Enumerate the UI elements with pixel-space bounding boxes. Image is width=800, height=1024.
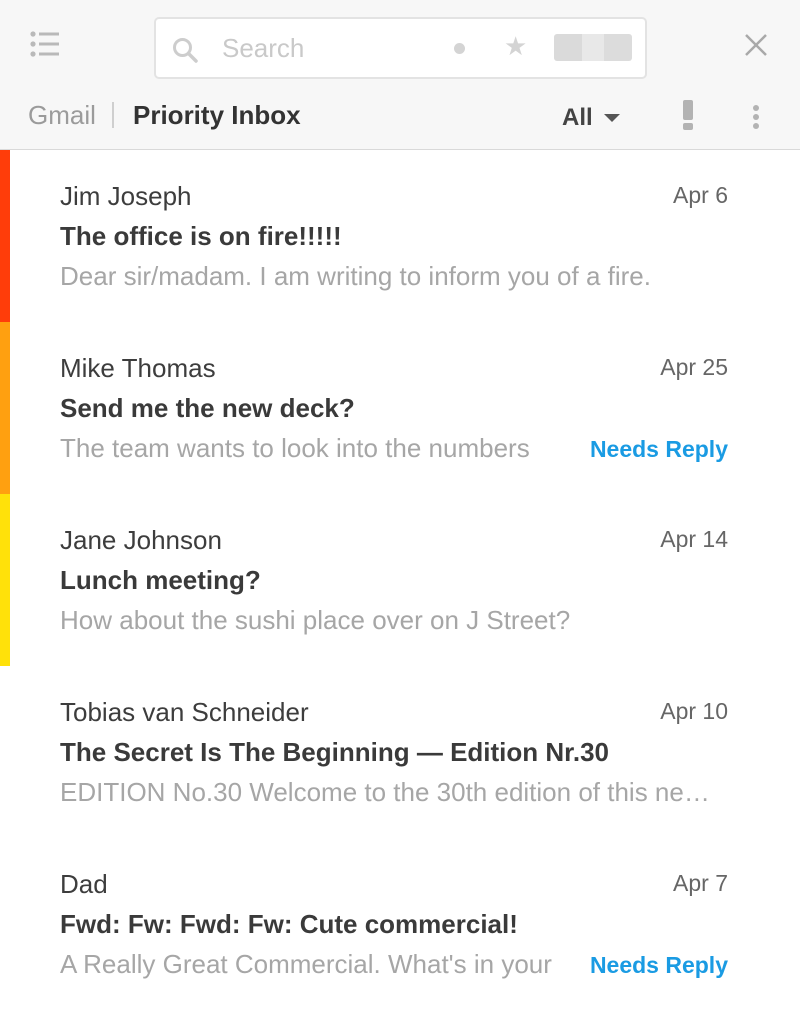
email-date: Apr 25: [660, 354, 728, 380]
email-sender: Tobias van Schneider: [60, 697, 309, 727]
toggle-segment: [554, 34, 582, 61]
unread-filter-dot-icon[interactable]: [454, 43, 465, 54]
chevron-down-icon: [604, 114, 620, 122]
breadcrumb-gmail[interactable]: Gmail: [28, 100, 96, 131]
email-subject: Fwd: Fw: Fwd: Fw: Cute commercial!: [60, 909, 518, 939]
email-list: Jim Joseph Apr 6 The office is on fire!!…: [0, 150, 800, 1010]
toggle-segment: [604, 34, 632, 61]
needs-reply-badge[interactable]: Needs Reply: [590, 436, 728, 463]
email-snippet: EDITION No.30 Welcome to the 30th editio…: [60, 777, 728, 807]
list-menu-icon[interactable]: [30, 30, 60, 58]
email-subject: The Secret Is The Beginning — Edition Nr…: [60, 737, 609, 767]
priority-bar: [0, 322, 10, 494]
filter-dropdown[interactable]: All: [562, 104, 620, 132]
email-snippet: How about the sushi place over on J Stre…: [60, 605, 571, 635]
email-date: Apr 7: [673, 870, 728, 896]
email-row[interactable]: Jim Joseph Apr 6 The office is on fire!!…: [0, 150, 800, 322]
email-row[interactable]: Dad Apr 7 Fwd: Fw: Fwd: Fw: Cute commerc…: [0, 838, 800, 1010]
email-date: Apr 6: [673, 182, 728, 208]
email-subject: Lunch meeting?: [60, 565, 261, 595]
email-row[interactable]: Mike Thomas Apr 25 Send me the new deck?…: [0, 322, 800, 494]
priority-bar: [0, 150, 10, 322]
search-input[interactable]: [222, 33, 422, 63]
email-subject: Send me the new deck?: [60, 393, 355, 423]
email-sender: Mike Thomas: [60, 353, 216, 383]
email-subject: The office is on fire!!!!!: [60, 221, 342, 251]
important-icon[interactable]: [682, 100, 694, 130]
search-box[interactable]: ★: [154, 17, 647, 79]
email-snippet: The team wants to look into the numbers: [60, 433, 530, 463]
email-sender: Jim Joseph: [60, 181, 192, 211]
priority-bar: [0, 494, 10, 666]
email-sender: Dad: [60, 869, 108, 899]
email-date: Apr 10: [660, 698, 728, 724]
toolbar: ★ Gmail Priority Inbox All: [0, 0, 800, 150]
star-icon[interactable]: ★: [504, 31, 527, 61]
email-sender: Jane Johnson: [60, 525, 222, 555]
breadcrumb-divider: [112, 102, 114, 128]
more-vertical-icon[interactable]: [752, 104, 760, 130]
toggle-segment: [581, 34, 605, 61]
page-title: Priority Inbox: [133, 100, 301, 130]
email-date: Apr 14: [660, 526, 728, 552]
toggle-switch[interactable]: [554, 34, 632, 61]
email-row[interactable]: Tobias van Schneider Apr 10 The Secret I…: [0, 666, 800, 838]
search-icon: [173, 38, 198, 63]
needs-reply-badge[interactable]: Needs Reply: [590, 952, 728, 979]
filter-label: All: [562, 104, 593, 131]
email-snippet: Dear sir/madam. I am writing to inform y…: [60, 261, 651, 291]
close-icon[interactable]: [744, 33, 768, 57]
email-row[interactable]: Jane Johnson Apr 14 Lunch meeting? How a…: [0, 494, 800, 666]
email-snippet: A Really Great Commercial. What's in you…: [60, 949, 552, 979]
